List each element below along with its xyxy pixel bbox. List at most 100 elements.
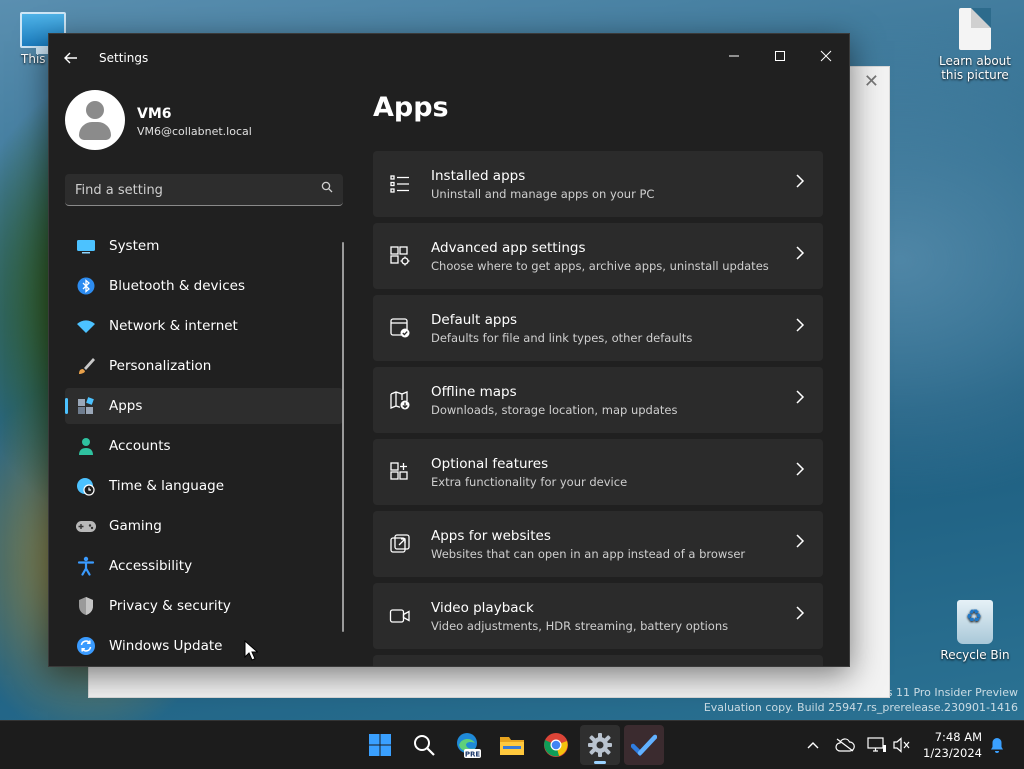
card-default-apps[interactable]: Default apps Defaults for file and link … bbox=[373, 295, 823, 361]
sidebar-scrollbar[interactable] bbox=[342, 242, 344, 632]
card-title: Offline maps bbox=[431, 384, 517, 400]
page-title: Apps bbox=[373, 92, 449, 123]
chevron-right-icon bbox=[795, 605, 805, 624]
list-icon bbox=[389, 173, 411, 195]
sidebar-item-network[interactable]: Network & internet bbox=[65, 308, 343, 344]
maximize-button[interactable] bbox=[757, 42, 803, 74]
card-subtitle: Choose where to get apps, archive apps, … bbox=[431, 259, 769, 273]
window-title: Settings bbox=[99, 51, 149, 65]
globe-clock-icon bbox=[75, 475, 97, 497]
sidebar-item-apps[interactable]: Apps bbox=[65, 388, 343, 424]
taskbar-edge-beta[interactable]: PRE bbox=[448, 725, 488, 765]
settings-window: Settings VM6 VM6@collabnet.local System … bbox=[48, 33, 850, 667]
search-input[interactable] bbox=[65, 174, 317, 206]
wifi-icon bbox=[75, 315, 97, 337]
close-icon bbox=[820, 50, 832, 62]
chevron-right-icon bbox=[795, 317, 805, 336]
taskbar-settings[interactable] bbox=[580, 725, 620, 765]
edge-badge-text: PRE bbox=[465, 751, 481, 759]
recycle-bin-icon: ♻ bbox=[957, 600, 993, 644]
sidebar-nav: System Bluetooth & devices Network & int… bbox=[65, 228, 343, 666]
taskbar-todo[interactable] bbox=[624, 725, 664, 765]
apps-icon bbox=[75, 395, 97, 417]
close-icon[interactable]: ✕ bbox=[864, 71, 879, 92]
taskbar-file-explorer[interactable] bbox=[492, 725, 532, 765]
notification-button[interactable] bbox=[986, 721, 1008, 769]
minimize-button[interactable] bbox=[711, 42, 757, 74]
sidebar-item-accounts[interactable]: Accounts bbox=[65, 428, 343, 464]
sidebar-item-label: Personalization bbox=[109, 358, 212, 374]
sidebar-item-label: Accounts bbox=[109, 438, 171, 454]
chevron-right-icon bbox=[795, 461, 805, 480]
card-title: Optional features bbox=[431, 456, 549, 472]
card-apps-for-websites[interactable]: Apps for websites Websites that can open… bbox=[373, 511, 823, 577]
desktop-icon-learn-about-picture[interactable]: Learn about this picture bbox=[934, 8, 1016, 82]
card-title: Apps for websites bbox=[431, 528, 551, 544]
document-icon bbox=[959, 8, 991, 50]
sidebar-item-accessibility[interactable]: Accessibility bbox=[65, 548, 343, 584]
close-button[interactable] bbox=[803, 42, 849, 74]
profile-name: VM6 bbox=[137, 106, 172, 122]
network-icon bbox=[867, 737, 886, 752]
map-icon bbox=[389, 389, 411, 411]
monitor-icon bbox=[75, 235, 97, 257]
clock-time: 7:48 AM bbox=[934, 730, 982, 744]
card-title: Default apps bbox=[431, 312, 518, 328]
chrome-icon bbox=[544, 733, 568, 757]
sidebar-item-gaming[interactable]: Gaming bbox=[65, 508, 343, 544]
taskbar-chrome[interactable] bbox=[536, 725, 576, 765]
app-settings-icon bbox=[389, 245, 411, 267]
bluetooth-icon bbox=[75, 275, 97, 297]
card-video-playback[interactable]: Video playback Video adjustments, HDR st… bbox=[373, 583, 823, 649]
sidebar-item-label: Windows Update bbox=[109, 638, 223, 654]
todo-icon bbox=[631, 734, 657, 757]
card-title: Advanced app settings bbox=[431, 240, 586, 256]
sidebar-item-label: Accessibility bbox=[109, 558, 193, 574]
add-grid-icon bbox=[389, 461, 411, 483]
card-advanced-app-settings[interactable]: Advanced app settings Choose where to ge… bbox=[373, 223, 823, 289]
search-icon bbox=[414, 735, 435, 756]
cloud-offline-icon bbox=[835, 738, 855, 752]
sidebar-item-personalization[interactable]: Personalization bbox=[65, 348, 343, 384]
accessibility-icon bbox=[75, 555, 97, 577]
start-icon bbox=[369, 734, 391, 756]
sidebar-item-label: Bluetooth & devices bbox=[109, 278, 246, 294]
sidebar-item-privacy-security[interactable]: Privacy & security bbox=[65, 588, 343, 624]
card-subtitle: Downloads, storage location, map updates bbox=[431, 403, 678, 417]
card-title: Video playback bbox=[431, 600, 534, 616]
card-offline-maps[interactable]: Offline maps Downloads, storage location… bbox=[373, 367, 823, 433]
chevron-right-icon bbox=[795, 173, 805, 192]
avatar[interactable] bbox=[65, 90, 125, 150]
settings-icon bbox=[588, 733, 612, 757]
tray-overflow-button[interactable] bbox=[802, 721, 824, 769]
title-bar[interactable]: Settings bbox=[49, 34, 849, 82]
sidebar-item-windows-update[interactable]: Windows Update bbox=[65, 628, 343, 664]
desktop-icon-recycle-bin[interactable]: ♻ Recycle Bin bbox=[934, 600, 1016, 662]
file-explorer-icon bbox=[500, 737, 524, 755]
tray-volume[interactable] bbox=[890, 721, 914, 769]
tray-network[interactable] bbox=[864, 721, 890, 769]
video-icon bbox=[389, 605, 411, 627]
sidebar-item-system[interactable]: System bbox=[65, 228, 343, 264]
avatar-head bbox=[86, 101, 104, 119]
minimize-icon bbox=[729, 55, 739, 57]
person-icon bbox=[75, 435, 97, 457]
start-button[interactable] bbox=[360, 725, 400, 765]
sidebar-item-time-language[interactable]: Time & language bbox=[65, 468, 343, 504]
card-optional-features[interactable]: Optional features Extra functionality fo… bbox=[373, 439, 823, 505]
tray-onedrive[interactable] bbox=[832, 721, 858, 769]
active-app-indicator bbox=[594, 761, 606, 764]
back-button[interactable] bbox=[63, 50, 81, 68]
sidebar-item-label: Gaming bbox=[109, 518, 162, 534]
volume-muted-icon bbox=[893, 737, 910, 753]
card-partial-next[interactable] bbox=[373, 655, 823, 666]
search-icon[interactable] bbox=[321, 181, 333, 197]
card-installed-apps[interactable]: Installed apps Uninstall and manage apps… bbox=[373, 151, 823, 217]
taskbar: PRE 7:48 AM 1/23/2024 bbox=[0, 720, 1024, 769]
search-box[interactable] bbox=[65, 174, 343, 206]
taskbar-search-button[interactable] bbox=[404, 725, 444, 765]
shield-icon bbox=[75, 595, 97, 617]
sidebar-item-bluetooth[interactable]: Bluetooth & devices bbox=[65, 268, 343, 304]
taskbar-clock[interactable]: 7:48 AM 1/23/2024 bbox=[923, 729, 982, 761]
desktop-icon-label: Recycle Bin bbox=[940, 648, 1010, 662]
